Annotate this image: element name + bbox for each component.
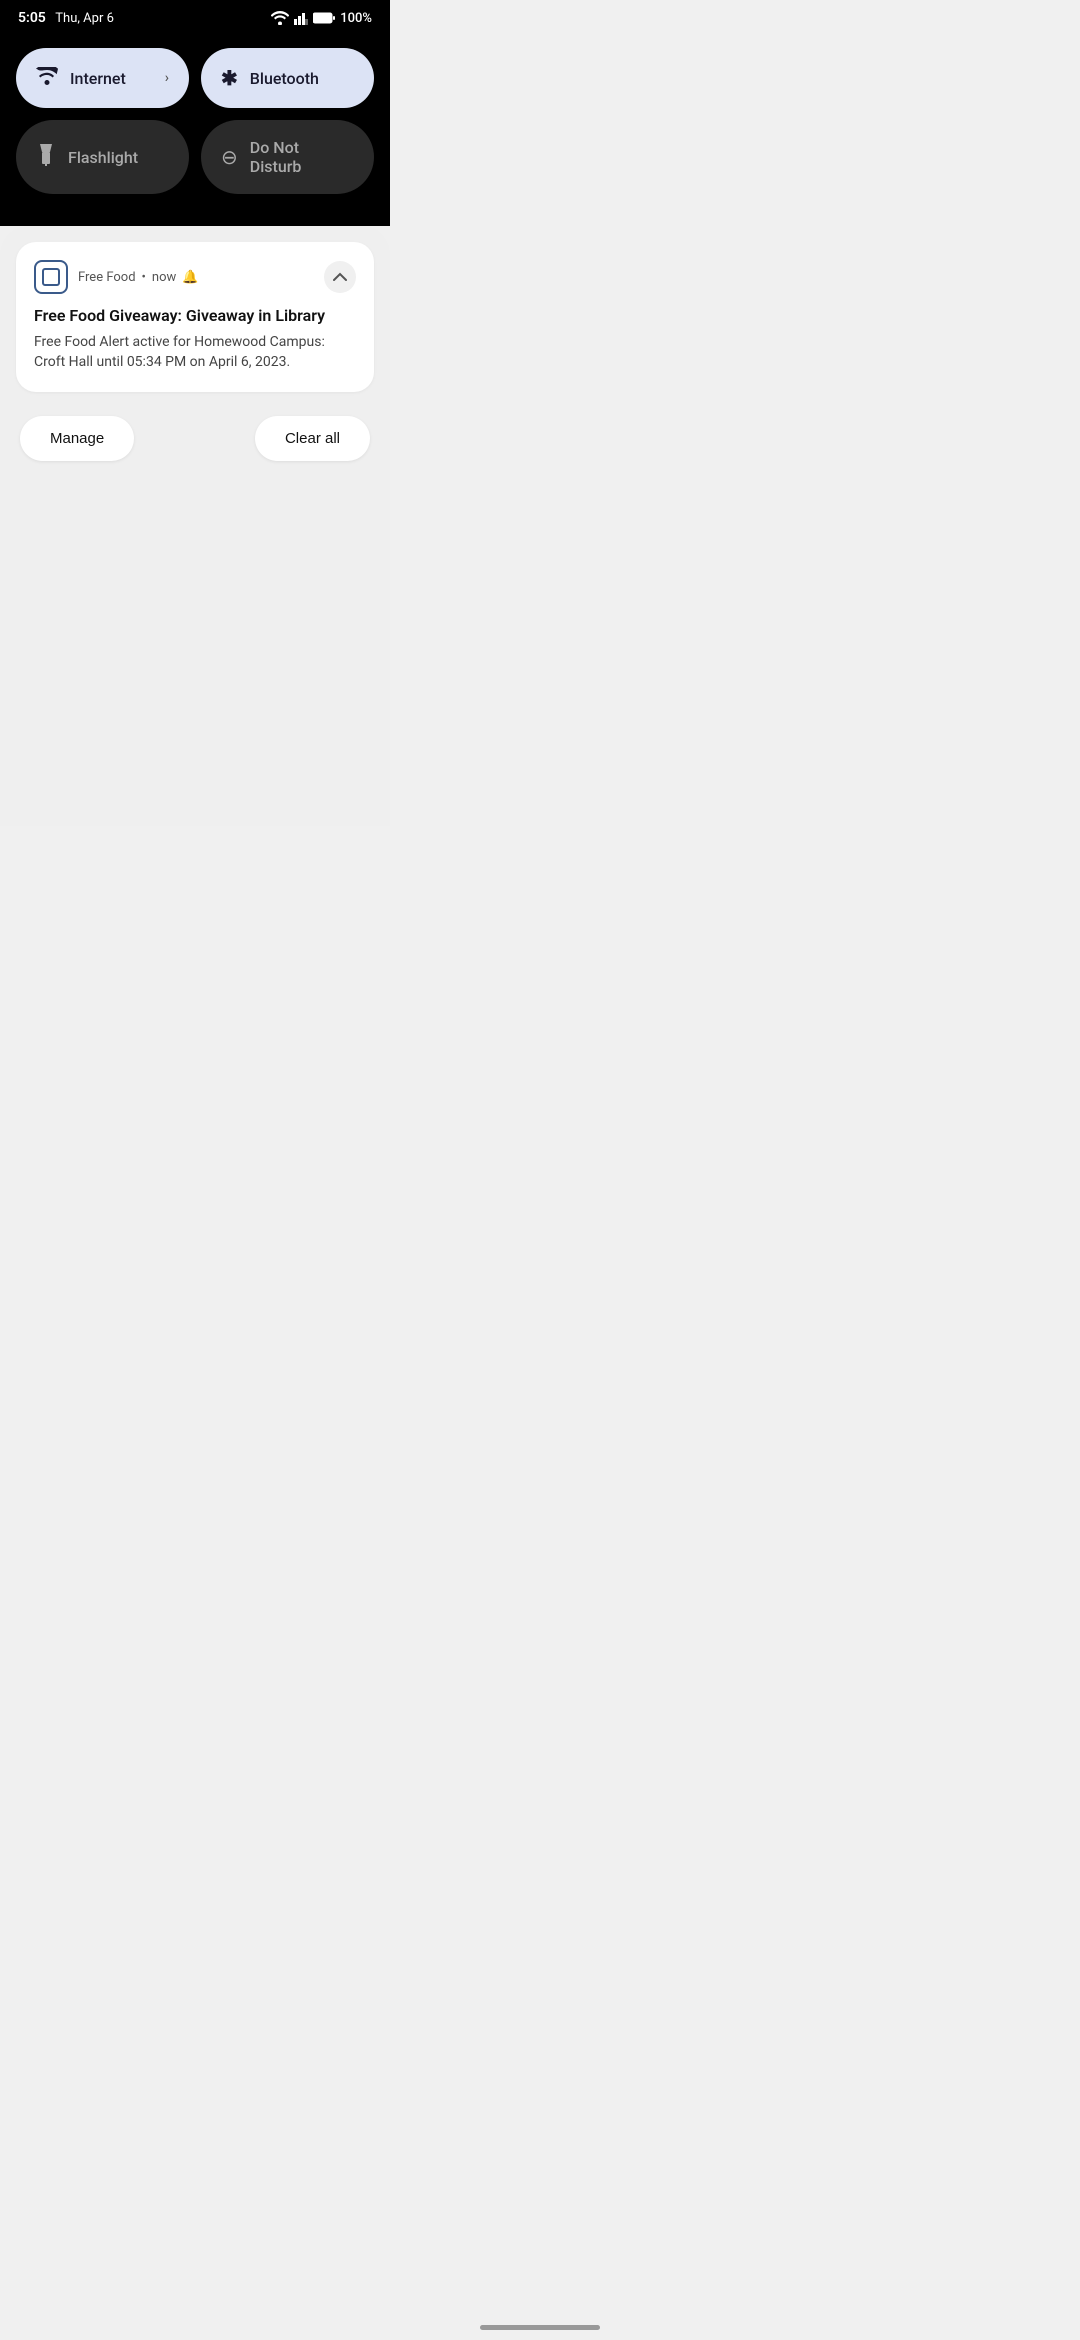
notification-app-info: Free Food • now 🔔	[78, 270, 198, 285]
status-time: 5:05	[18, 10, 46, 26]
status-bar: 5:05 Thu, Apr 6 100%	[0, 0, 390, 34]
manage-button[interactable]: Manage	[20, 416, 134, 461]
status-date: Thu, Apr 6	[55, 11, 114, 26]
notification-header: Free Food • now 🔔	[34, 260, 356, 294]
quick-row-2: Flashlight ⊖ Do Not Disturb	[16, 120, 374, 194]
flashlight-tile-icon	[36, 144, 56, 171]
internet-tile[interactable]: Internet ›	[16, 48, 189, 108]
notification-body: Free Food Alert active for Homewood Camp…	[34, 333, 356, 372]
home-indicator	[480, 2325, 600, 2330]
status-time-date: 5:05 Thu, Apr 6	[18, 10, 114, 26]
signal-icon	[294, 11, 308, 25]
notification-meta: Free Food • now 🔔	[34, 260, 198, 294]
battery-percent: 100%	[340, 11, 372, 26]
chevron-right-icon: ›	[165, 70, 169, 86]
notification-dot: •	[142, 270, 146, 285]
wifi-tile-icon	[36, 66, 58, 90]
dnd-tile-label: Do Not Disturb	[250, 138, 354, 176]
notification-title: Free Food Giveaway: Giveaway in Library	[34, 306, 356, 325]
internet-tile-label: Internet	[70, 69, 153, 88]
notification-card: Free Food • now 🔔 Free Food Giveaway: Gi…	[16, 242, 374, 392]
quick-row-1: Internet › ✱ Bluetooth	[16, 48, 374, 108]
notifications-panel: Free Food • now 🔔 Free Food Giveaway: Gi…	[0, 226, 390, 826]
bluetooth-tile[interactable]: ✱ Bluetooth	[201, 48, 374, 108]
action-row: Manage Clear all	[16, 416, 374, 461]
dnd-tile-icon: ⊖	[221, 145, 238, 169]
status-icons: 100%	[271, 11, 372, 26]
notification-time: now	[152, 270, 176, 285]
wifi-icon	[271, 11, 289, 25]
clear-all-button[interactable]: Clear all	[255, 416, 370, 461]
flashlight-tile-label: Flashlight	[68, 148, 169, 167]
battery-icon	[313, 12, 335, 24]
app-icon	[34, 260, 68, 294]
bluetooth-tile-icon: ✱	[221, 66, 238, 90]
bell-icon: 🔔	[182, 270, 198, 285]
flashlight-tile[interactable]: Flashlight	[16, 120, 189, 194]
collapse-notification-button[interactable]	[324, 261, 356, 293]
app-name: Free Food	[78, 270, 136, 285]
dnd-tile[interactable]: ⊖ Do Not Disturb	[201, 120, 374, 194]
bluetooth-tile-label: Bluetooth	[250, 69, 354, 88]
quick-settings-panel: Internet › ✱ Bluetooth Flashlight ⊖ Do N…	[0, 34, 390, 226]
